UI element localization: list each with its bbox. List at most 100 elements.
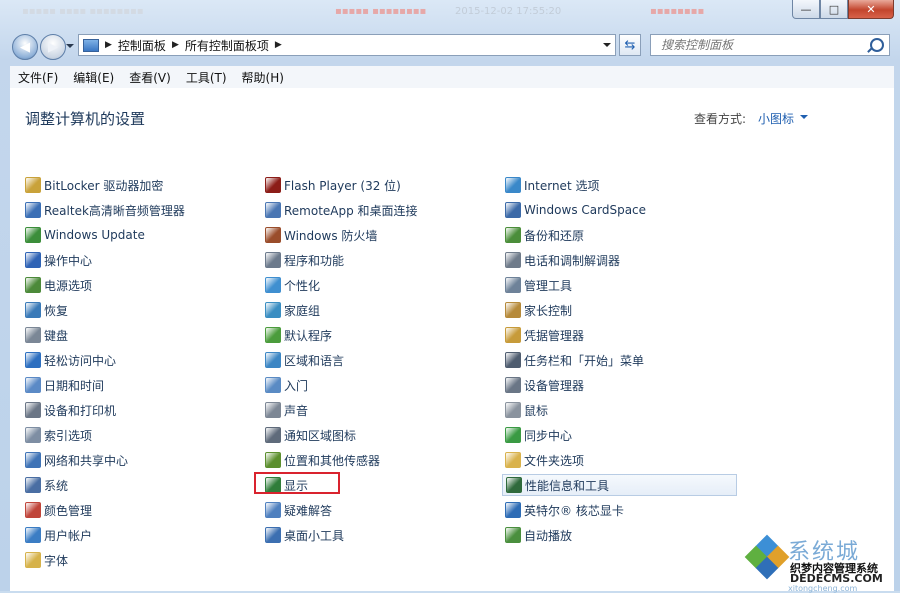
cardspace-icon [505, 202, 521, 218]
performance-tools-icon [506, 477, 522, 493]
view-by-dropdown-icon[interactable] [800, 115, 808, 119]
menu-help[interactable]: 帮助(H) [242, 69, 284, 86]
control-panel-item[interactable]: 性能信息和工具 [502, 474, 737, 496]
control-panel-item[interactable]: 疑难解答 [262, 499, 332, 521]
control-panel-item[interactable]: 颜色管理 [22, 499, 92, 521]
control-panel-item[interactable]: 用户帐户 [22, 524, 92, 546]
control-panel-item-label: 声音 [284, 403, 309, 418]
control-panel-item[interactable]: Windows Update [22, 224, 145, 246]
title-bar-text: ▪▪▪▪▪ ▪▪▪▪▪▪▪▪ [335, 6, 427, 17]
control-panel-item[interactable]: Flash Player (32 位) [262, 174, 401, 196]
control-panel-item[interactable]: 区域和语言 [262, 349, 344, 371]
control-panel-item[interactable]: 设备和打印机 [22, 399, 116, 421]
refresh-button[interactable]: ⇆ [619, 34, 641, 56]
control-panel-item[interactable]: 索引选项 [22, 424, 92, 446]
control-panel-item-label: Windows Update [44, 228, 145, 242]
control-panel-icon [83, 38, 99, 52]
menu-tools[interactable]: 工具(T) [186, 69, 227, 86]
breadcrumb-separator-icon[interactable]: ▶ [105, 40, 112, 50]
title-bar: ▪▪▪▪▪ ▪▪▪▪ ▪▪▪▪▪▪▪▪ ▪▪▪▪▪ ▪▪▪▪▪▪▪▪ 2015-12… [0, 0, 900, 28]
search-icon[interactable] [870, 38, 884, 52]
control-panel-item-label: 设备管理器 [524, 378, 585, 393]
control-panel-item[interactable]: 默认程序 [262, 324, 332, 346]
realtek-audio-icon [25, 202, 41, 218]
control-panel-item[interactable]: 字体 [22, 549, 68, 571]
breadcrumb-all-items[interactable]: 所有控制面板项 [185, 37, 269, 54]
control-panel-item-label: 电源选项 [44, 278, 93, 293]
control-panel-item[interactable]: 桌面小工具 [262, 524, 344, 546]
control-panel-item[interactable]: 通知区域图标 [262, 424, 356, 446]
breadcrumb-separator-icon[interactable]: ▶ [275, 40, 282, 50]
breadcrumb-control-panel[interactable]: 控制面板 [118, 37, 166, 54]
control-panel-item[interactable]: 设备管理器 [502, 374, 584, 396]
minimize-button[interactable]: — [792, 0, 820, 19]
control-panel-item[interactable]: 英特尔® 核芯显卡 [502, 499, 624, 521]
control-panel-item[interactable]: 键盘 [22, 324, 68, 346]
control-panel-item[interactable]: 位置和其他传感器 [262, 449, 380, 471]
forward-button[interactable]: ▶ [40, 34, 66, 60]
control-panel-item-label: RemoteApp 和桌面连接 [284, 203, 418, 218]
control-panel-item[interactable]: Realtek高清晰音频管理器 [22, 199, 185, 221]
control-panel-item[interactable]: 日期和时间 [22, 374, 104, 396]
control-panel-item-label: Flash Player (32 位) [284, 178, 401, 193]
control-panel-item-label: 凭据管理器 [524, 328, 585, 343]
control-panel-item-label: 任务栏和「开始」菜单 [524, 353, 645, 368]
control-panel-item-label: 网络和共享中心 [44, 453, 129, 468]
search-input[interactable] [659, 37, 868, 53]
user-accounts-icon [25, 527, 41, 543]
control-panel-item-label: 自动播放 [524, 528, 573, 543]
control-panel-item-label: 家长控制 [524, 303, 573, 318]
annotation-highlight-box [254, 472, 340, 494]
control-panel-item[interactable]: 个性化 [262, 274, 320, 296]
control-panel-item[interactable]: Windows CardSpace [502, 199, 646, 221]
control-panel-item[interactable]: 操作中心 [22, 249, 92, 271]
sync-center-icon [505, 427, 521, 443]
control-panel-item[interactable]: 家长控制 [502, 299, 572, 321]
control-panel-item[interactable]: 备份和还原 [502, 224, 584, 246]
control-panel-item[interactable]: 轻松访问中心 [22, 349, 116, 371]
internet-options-icon [505, 177, 521, 193]
menu-view[interactable]: 查看(V) [129, 69, 171, 86]
control-panel-item[interactable]: 声音 [262, 399, 308, 421]
control-panel-item[interactable]: Internet 选项 [502, 174, 599, 196]
control-panel-item[interactable]: RemoteApp 和桌面连接 [262, 199, 418, 221]
taskbar-start-menu-icon [505, 352, 521, 368]
control-panel-item[interactable]: 鼠标 [502, 399, 548, 421]
control-panel-item-label: 系统 [44, 478, 69, 493]
control-panel-item-label: 文件夹选项 [524, 453, 585, 468]
search-box[interactable] [650, 34, 890, 56]
maximize-button[interactable]: □ [820, 0, 848, 19]
control-panel-item-label: BitLocker 驱动器加密 [44, 178, 164, 193]
breadcrumb-separator-icon[interactable]: ▶ [172, 40, 179, 50]
close-button[interactable]: ✕ [848, 0, 894, 19]
menu-file[interactable]: 文件(F) [18, 69, 58, 86]
title-bar-text: ▪▪▪▪▪▪▪▪ [650, 6, 705, 17]
control-panel-item[interactable]: 网络和共享中心 [22, 449, 128, 471]
control-panel-item[interactable]: 系统 [22, 474, 68, 496]
control-panel-item[interactable]: 电源选项 [22, 274, 92, 296]
control-panel-item[interactable]: 凭据管理器 [502, 324, 584, 346]
control-panel-item[interactable]: BitLocker 驱动器加密 [22, 174, 163, 196]
control-panel-item[interactable]: 家庭组 [262, 299, 320, 321]
control-panel-item[interactable]: 管理工具 [502, 274, 572, 296]
control-panel-item[interactable]: 程序和功能 [262, 249, 344, 271]
control-panel-item[interactable]: 同步中心 [502, 424, 572, 446]
control-panel-item[interactable]: 任务栏和「开始」菜单 [502, 349, 644, 371]
back-button[interactable]: ◀ [12, 34, 38, 60]
control-panel-item[interactable]: 入门 [262, 374, 308, 396]
watermark-logo-icon [744, 534, 790, 580]
view-by-selector[interactable]: 小图标 [758, 110, 794, 127]
control-panel-item-label: 索引选项 [44, 428, 93, 443]
address-dropdown-icon[interactable] [603, 43, 611, 47]
control-panel-item[interactable]: 自动播放 [502, 524, 572, 546]
control-panel-item-label: 操作中心 [44, 253, 93, 268]
control-panel-item[interactable]: 文件夹选项 [502, 449, 584, 471]
address-bar[interactable]: ▶ 控制面板 ▶ 所有控制面板项 ▶ [78, 34, 616, 56]
phone-modem-icon [505, 252, 521, 268]
control-panel-item-label: 轻松访问中心 [44, 353, 117, 368]
recent-pages-dropdown[interactable] [66, 44, 74, 48]
control-panel-item[interactable]: 电话和调制解调器 [502, 249, 620, 271]
control-panel-item[interactable]: 恢复 [22, 299, 68, 321]
menu-edit[interactable]: 编辑(E) [73, 69, 114, 86]
control-panel-item[interactable]: Windows 防火墙 [262, 224, 377, 246]
